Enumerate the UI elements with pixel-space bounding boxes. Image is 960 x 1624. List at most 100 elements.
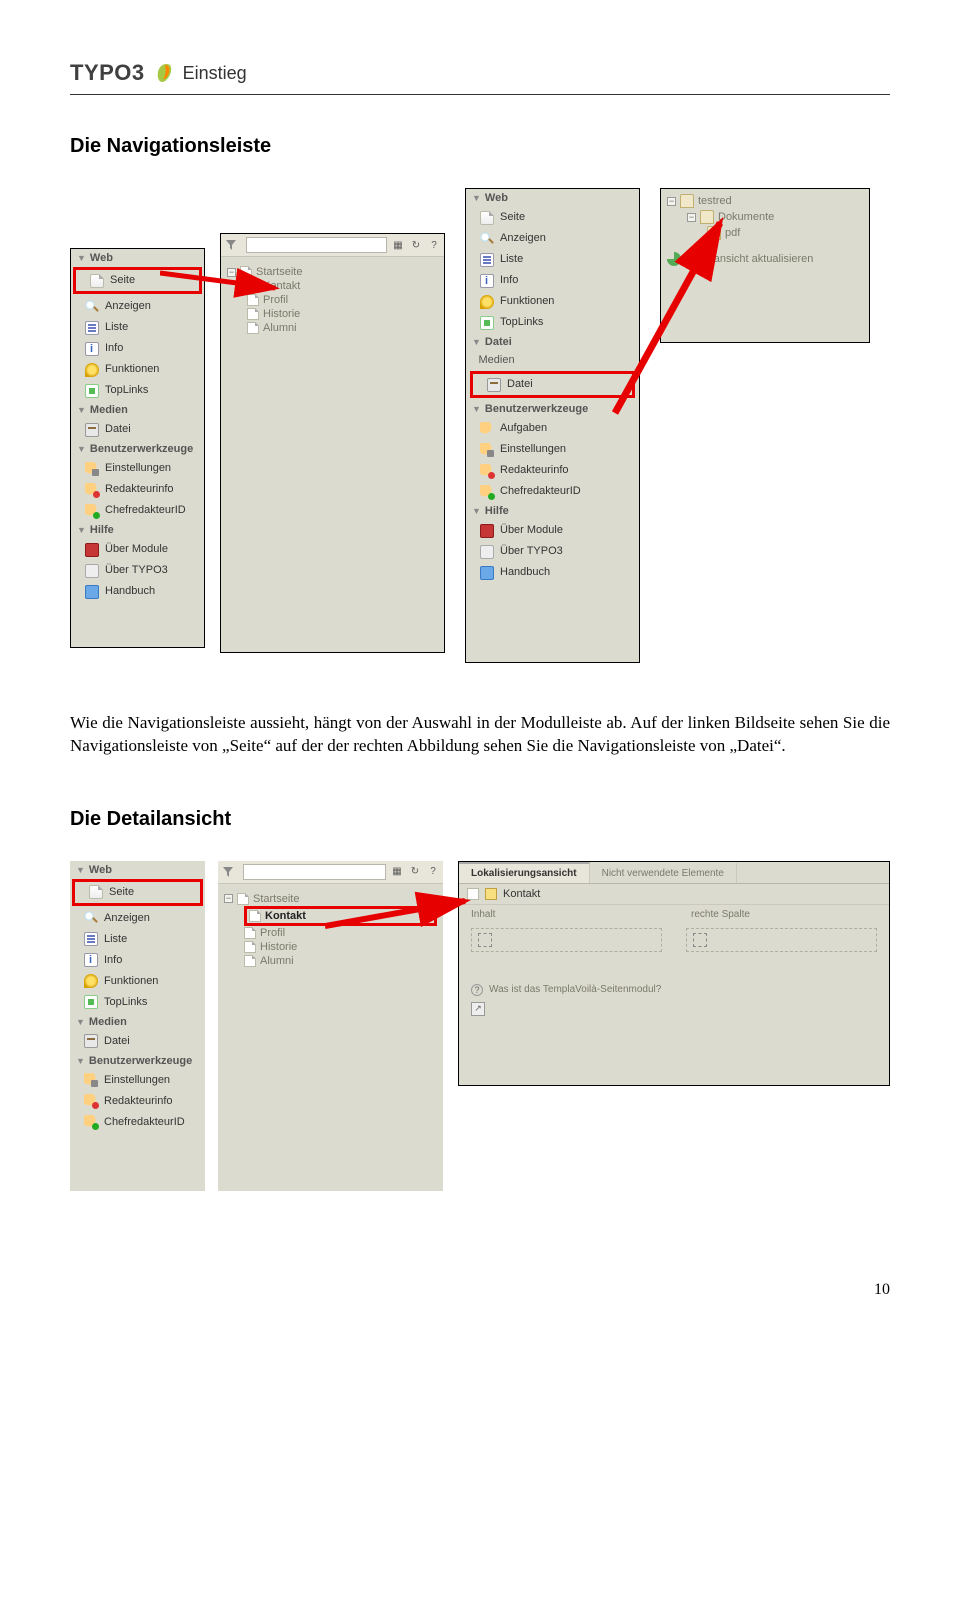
module-group-hilfe[interactable]: ▼Hilfe [466, 502, 639, 520]
module-group-datei[interactable]: ▼Datei [466, 333, 639, 351]
module-item-einstellungen[interactable]: Einstellungen [71, 458, 204, 479]
module-item-info[interactable]: Info [466, 270, 639, 291]
module-group-web[interactable]: ▼Web [70, 861, 205, 879]
module-item-liste[interactable]: Liste [70, 929, 205, 950]
page-tree-panel-seite: ▦ ↻ ? −Startseite Kontakt Profil Histori… [220, 233, 445, 653]
module-group-benutzer[interactable]: ▼Benutzerwerkzeuge [71, 440, 204, 458]
module-panel-middle: ▼Web Seite Anzeigen Liste Info Funktione… [465, 188, 640, 663]
module-item-funktionen[interactable]: Funktionen [71, 359, 204, 380]
module-group-web[interactable]: ▼Web [71, 249, 204, 267]
module-group-medien[interactable]: ▼Medien [70, 1013, 205, 1031]
module-item-ueber-module[interactable]: Über Module [466, 520, 639, 541]
content-drop-slot-right[interactable] [686, 928, 877, 952]
tree-action-help-icon[interactable]: ? [426, 865, 440, 879]
column-label-rechte-spalte: rechte Spalte [691, 909, 750, 920]
module-item-toplinks[interactable]: TopLinks [70, 992, 205, 1013]
tree-node-historie[interactable]: Historie [247, 307, 438, 321]
tree-node-startseite[interactable]: −Startseite [227, 265, 438, 279]
module-item-datei-hl[interactable]: Datei [470, 371, 635, 398]
tree-refresh[interactable]: Baumansicht aktualisieren [667, 251, 863, 267]
module-item-toplinks[interactable]: TopLinks [71, 380, 204, 401]
module-group-medien[interactable]: Medien [466, 351, 639, 369]
templavoila-help-row[interactable]: ?Was ist das TemplaVoilà-Seitenmodul? [459, 978, 889, 1002]
chapter-title: Einstieg [183, 63, 247, 84]
module-panel-left-2: ▼Web Seite Anzeigen Liste Info Funktione… [70, 861, 205, 1191]
tree-node-kontakt[interactable]: Kontakt [247, 279, 438, 293]
section-heading-nav: Die Navigationsleiste [70, 135, 890, 158]
module-group-medien[interactable]: ▼Medien [71, 401, 204, 419]
module-item-anzeigen[interactable]: Anzeigen [70, 908, 205, 929]
tree-node-startseite[interactable]: −Startseite [224, 892, 437, 906]
tree-action-help-icon[interactable]: ? [427, 238, 441, 252]
filter-icon[interactable] [224, 238, 238, 252]
page-header: TYPO3 Einstieg [70, 60, 890, 86]
module-item-ueber-module[interactable]: Über Module [71, 539, 204, 560]
content-drop-slot-left[interactable] [471, 928, 662, 952]
module-item-seite[interactable]: Seite [73, 267, 202, 294]
tree-action-refresh-icon[interactable]: ↻ [409, 238, 423, 252]
tree-action-new-icon[interactable]: ▦ [391, 238, 405, 252]
module-item-einstellungen[interactable]: Einstellungen [466, 439, 639, 460]
tree-node-historie[interactable]: Historie [244, 940, 437, 954]
page-tree-filter-input[interactable] [243, 864, 386, 880]
tree-node-profil[interactable]: Profil [247, 293, 438, 307]
page-tree-panel-kontakt: ▦ ↻ ? −Startseite Kontakt Profil Histori… [218, 861, 443, 1191]
file-tree-panel-datei: −testred −Dokumente pdf Baumansicht aktu… [660, 188, 870, 343]
page-tree-filter-input[interactable] [246, 237, 387, 253]
page-icon [467, 888, 479, 900]
module-item-handbuch[interactable]: Handbuch [71, 581, 204, 602]
tree-node-kontakt-hl[interactable]: Kontakt [244, 906, 437, 926]
module-item-seite[interactable]: Seite [72, 879, 203, 906]
file-node-testred[interactable]: −testred [667, 193, 863, 209]
module-item-handbuch[interactable]: Handbuch [466, 562, 639, 583]
module-item-ueber-typo3[interactable]: Über TYPO3 [466, 541, 639, 562]
detail-content-panel: Lokalisierungsansicht Nicht verwendete E… [458, 861, 890, 1086]
module-item-redakteurinfo[interactable]: Redakteurinfo [71, 479, 204, 500]
tab-nicht-verwendete-elemente[interactable]: Nicht verwendete Elemente [590, 862, 737, 883]
typo3-leaf-icon [155, 62, 173, 84]
tab-lokalisierungsansicht[interactable]: Lokalisierungsansicht [459, 862, 590, 883]
tree-action-refresh-icon[interactable]: ↻ [408, 865, 422, 879]
tree-node-profil[interactable]: Profil [244, 926, 437, 940]
module-group-benutzer[interactable]: ▼Benutzerwerkzeuge [466, 400, 639, 418]
paragraph-nav-description: Wie die Navigationsleiste aussieht, häng… [70, 712, 890, 758]
module-item-anzeigen[interactable]: Anzeigen [71, 296, 204, 317]
module-item-redakteurinfo[interactable]: Redakteurinfo [466, 460, 639, 481]
edit-icon[interactable] [485, 888, 497, 900]
filter-icon[interactable] [221, 865, 235, 879]
module-item-funktionen[interactable]: Funktionen [466, 291, 639, 312]
expand-icon[interactable]: ↗ [471, 1002, 485, 1016]
module-item-datei[interactable]: Datei [70, 1031, 205, 1052]
module-item-anzeigen[interactable]: Anzeigen [466, 228, 639, 249]
column-label-inhalt: Inhalt [471, 909, 651, 920]
figure-detail-view: ▼Web Seite Anzeigen Liste Info Funktione… [70, 861, 890, 1221]
module-item-einstellungen[interactable]: Einstellungen [70, 1070, 205, 1091]
module-item-info[interactable]: Info [70, 950, 205, 971]
module-item-chefredakteurid[interactable]: ChefredakteurID [466, 481, 639, 502]
tree-action-new-icon[interactable]: ▦ [390, 865, 404, 879]
page-number: 10 [70, 1281, 890, 1299]
module-item-seite[interactable]: Seite [466, 207, 639, 228]
module-item-aufgaben[interactable]: Aufgaben [466, 418, 639, 439]
module-group-hilfe[interactable]: ▼Hilfe [71, 521, 204, 539]
module-item-datei[interactable]: Datei [71, 419, 204, 440]
tree-node-alumni[interactable]: Alumni [244, 954, 437, 968]
file-node-dokumente[interactable]: −Dokumente [687, 209, 863, 225]
typo3-logo-text: TYPO3 [70, 60, 145, 86]
module-group-benutzer[interactable]: ▼Benutzerwerkzeuge [70, 1052, 205, 1070]
tree-node-alumni[interactable]: Alumni [247, 321, 438, 335]
module-item-funktionen[interactable]: Funktionen [70, 971, 205, 992]
detail-page-name: Kontakt [503, 888, 540, 900]
module-item-chefredakteurid[interactable]: ChefredakteurID [71, 500, 204, 521]
module-item-chefredakteurid[interactable]: ChefredakteurID [70, 1112, 205, 1133]
file-node-pdf[interactable]: pdf [707, 225, 863, 241]
module-item-liste[interactable]: Liste [71, 317, 204, 338]
section-heading-detail: Die Detailansicht [70, 808, 890, 831]
module-item-info[interactable]: Info [71, 338, 204, 359]
header-divider [70, 94, 890, 95]
module-item-toplinks[interactable]: TopLinks [466, 312, 639, 333]
module-item-liste[interactable]: Liste [466, 249, 639, 270]
module-group-web[interactable]: ▼Web [466, 189, 639, 207]
module-item-ueber-typo3[interactable]: Über TYPO3 [71, 560, 204, 581]
module-item-redakteurinfo[interactable]: Redakteurinfo [70, 1091, 205, 1112]
